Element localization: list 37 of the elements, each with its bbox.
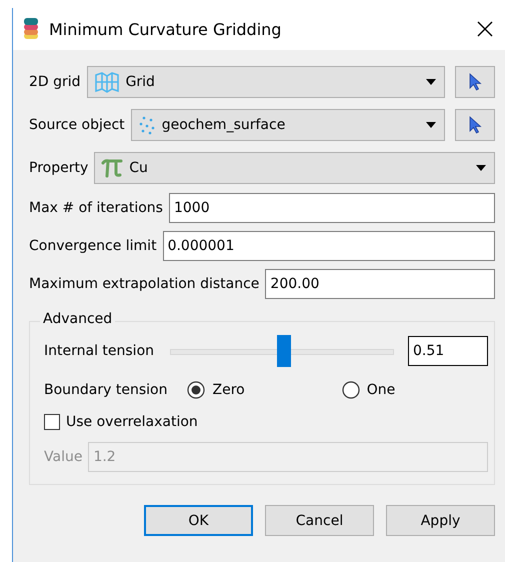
dropdown[interactable]: Grid bbox=[86, 66, 445, 98]
field-label: Boundary tension bbox=[44, 382, 168, 398]
caret-icon bbox=[426, 78, 436, 84]
dialog-button[interactable]: Apply bbox=[386, 505, 495, 536]
pi-icon bbox=[101, 158, 124, 178]
field-label: 2D grid bbox=[29, 74, 81, 90]
pointer-icon bbox=[468, 116, 482, 134]
radio-empty-icon bbox=[342, 381, 360, 399]
input-field[interactable]: 0.000001 bbox=[162, 231, 495, 261]
dropdown[interactable]: geochem_surface bbox=[130, 108, 445, 140]
field-label: Source object bbox=[29, 116, 125, 132]
pointer-button[interactable] bbox=[455, 66, 495, 98]
app-icon bbox=[23, 17, 39, 41]
checkbox[interactable]: Use overrelaxation bbox=[44, 414, 488, 430]
points-icon bbox=[138, 114, 156, 134]
field-label: Internal tension bbox=[44, 343, 154, 359]
radio-button[interactable]: Zero bbox=[187, 381, 334, 399]
field-label: Convergence limit bbox=[29, 238, 157, 254]
radio-selected-icon bbox=[187, 381, 206, 399]
radio-button[interactable]: One bbox=[342, 381, 488, 399]
dialog-button[interactable]: OK bbox=[144, 505, 253, 536]
grid-icon bbox=[94, 70, 120, 92]
dialog-button[interactable]: Cancel bbox=[265, 505, 374, 536]
dropdown[interactable]: Cu bbox=[94, 152, 495, 184]
field-label: Maximum extrapolation distance bbox=[29, 276, 260, 292]
caret-icon bbox=[476, 164, 486, 170]
field-label: Property bbox=[29, 160, 88, 176]
window-title: Minimum Curvature Gridding bbox=[49, 20, 282, 38]
input-field[interactable]: 1000 bbox=[168, 193, 495, 223]
field-label: Max # of iterations bbox=[29, 200, 163, 216]
input-field[interactable]: 200.00 bbox=[265, 269, 495, 299]
slider-thumb[interactable] bbox=[277, 335, 292, 367]
input-field[interactable]: 0.51 bbox=[408, 336, 488, 366]
field-label: Value bbox=[44, 449, 82, 465]
caret-icon bbox=[426, 122, 436, 128]
pointer-icon bbox=[468, 72, 482, 90]
pointer-button[interactable] bbox=[455, 108, 495, 140]
